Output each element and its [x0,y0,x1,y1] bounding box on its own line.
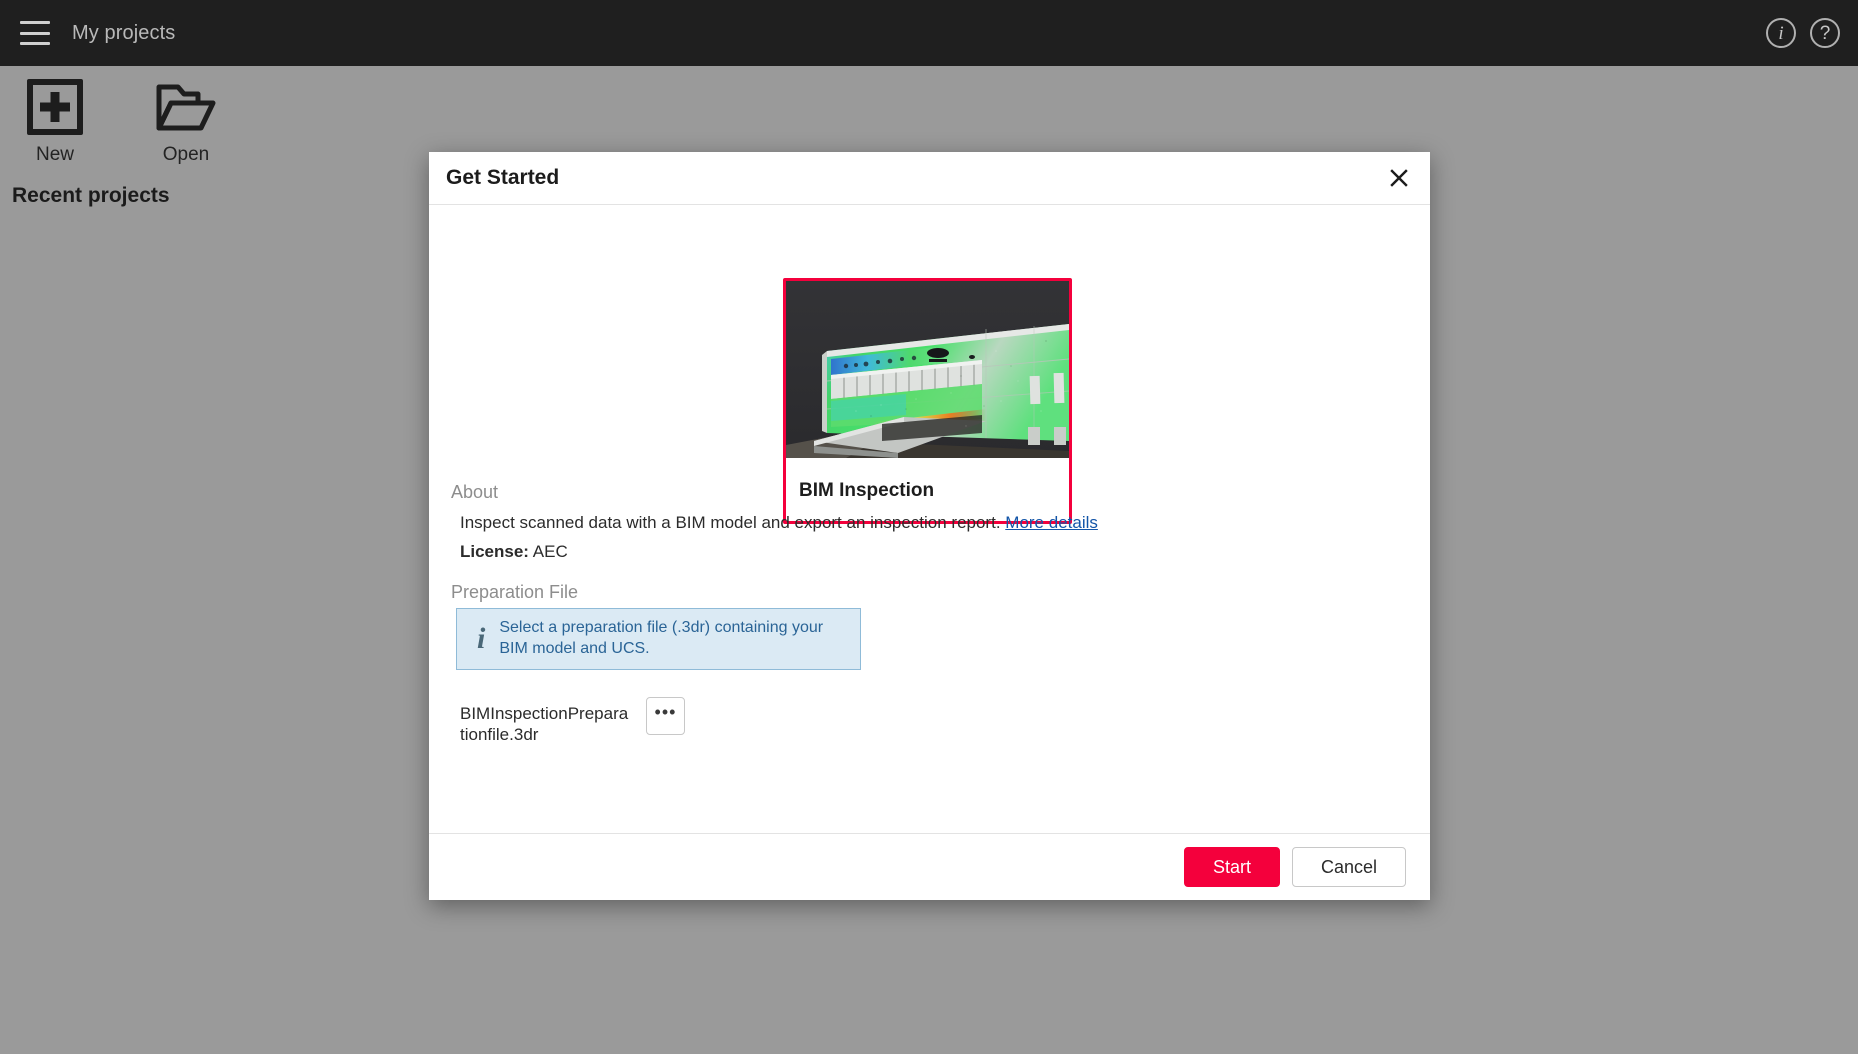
get-started-dialog: Get Started [429,152,1430,900]
new-project-button[interactable]: New [12,76,98,166]
preparation-info-text: Select a preparation file (.3dr) contain… [499,618,844,660]
breadcrumb[interactable]: My projects [72,22,175,45]
license-value: AEC [533,542,568,561]
workspace: New Open Recent projects Get Started [0,66,1858,1054]
more-details-link[interactable]: More details [1005,513,1098,532]
new-project-icon [27,76,83,138]
recent-projects-heading: Recent projects [12,184,170,208]
about-description-row: Inspect scanned data with a BIM model an… [460,513,1098,533]
project-toolbar: New Open [12,76,229,166]
preparation-file-heading: Preparation File [451,582,578,603]
preparation-info-banner: i Select a preparation file (.3dr) conta… [456,608,861,670]
template-thumbnail [786,281,1069,458]
dialog-header: Get Started [429,152,1430,205]
browse-file-button[interactable]: ••• [646,697,685,735]
open-project-button[interactable]: Open [143,76,229,166]
preparation-file-row: BIMInspectionPreparationfile.3dr ••• [460,697,685,746]
start-button[interactable]: Start [1184,847,1280,887]
about-heading: About [451,482,498,503]
information-icon: i [473,624,485,654]
top-bar: My projects i ? [0,0,1858,66]
license-label: License: [460,542,529,561]
template-card-bim-inspection[interactable]: BIM Inspection [783,278,1072,524]
hamburger-menu-icon[interactable] [20,21,50,45]
preparation-file-name: BIMInspectionPreparationfile.3dr [460,697,632,746]
new-project-label: New [36,144,74,166]
help-icon[interactable]: ? [1810,18,1840,48]
dialog-body: BIM Inspection About Inspect scanned dat… [429,205,1430,833]
open-project-label: Open [163,144,209,166]
open-folder-icon [155,76,217,138]
close-icon[interactable] [1384,163,1414,193]
dialog-footer: Start Cancel [429,833,1430,900]
dialog-title: Get Started [446,166,559,190]
about-description: Inspect scanned data with a BIM model an… [460,513,1001,532]
cancel-button[interactable]: Cancel [1292,847,1406,887]
info-icon[interactable]: i [1766,18,1796,48]
license-row: License: AEC [460,542,568,562]
topbar-actions: i ? [1766,18,1840,48]
